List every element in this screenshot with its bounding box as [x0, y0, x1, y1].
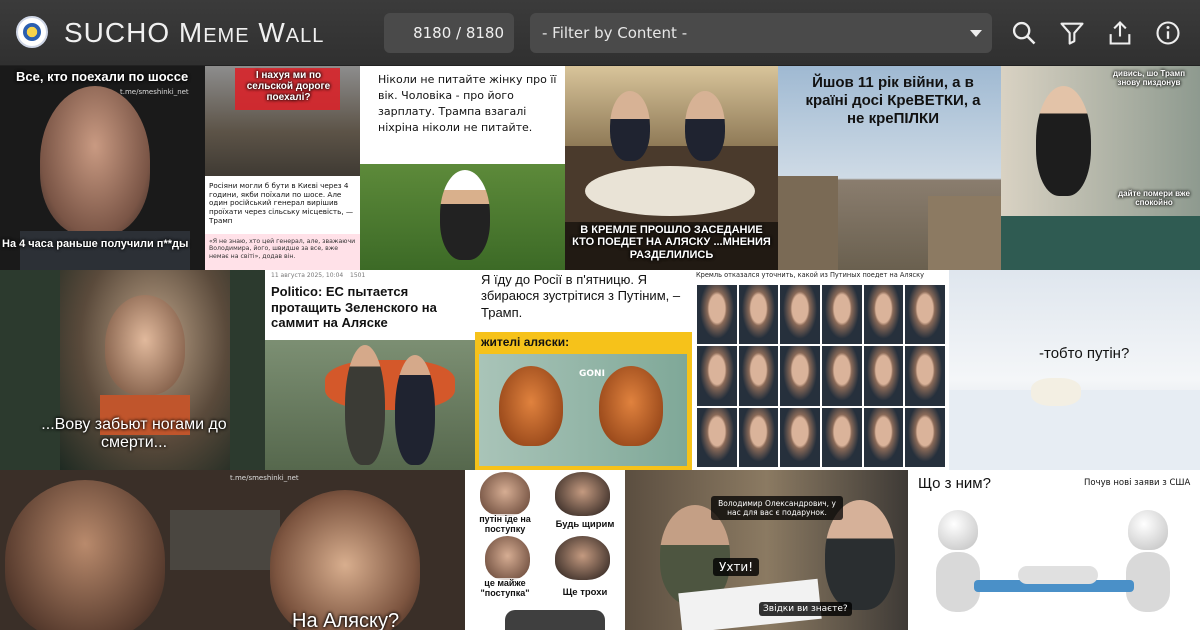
share-icon[interactable]: [1106, 19, 1134, 47]
man-photo: [1036, 86, 1091, 196]
meme-caption: В КРЕМЛЕ ПРОШЛО ЗАСЕДАНИЕ КТО ПОЕДЕТ НА …: [572, 224, 771, 261]
meme-caption: Кремль отказался уточнить, какой из Пути…: [696, 271, 925, 279]
meme-caption: На Аляску?: [292, 610, 400, 630]
meme-tile-concession[interactable]: путін іде на поступку Будь щирим це майж…: [465, 470, 625, 630]
panel-2-text: Будь щирим: [547, 519, 623, 531]
speech-bubble-1: Володимир Олександрович, у нас для вас є…: [711, 496, 843, 520]
meme-tile-politico[interactable]: 11 августа 2025, 10:04 1501 Politico: ЕС…: [265, 270, 475, 470]
meme-caption-top: дивись, шо Трамп знову пиздонув: [1112, 69, 1186, 87]
panel-1-text: путін іде на поступку: [467, 514, 543, 535]
top-bar: SUCHO Meme Wall 8180 / 8180 - Filter by …: [0, 0, 1200, 66]
chevron-down-icon: [970, 30, 982, 37]
content-filter-select[interactable]: - Filter by Content -: [530, 13, 992, 53]
meme-tile-which-putin[interactable]: Кремль отказался уточнить, какой из Пути…: [692, 270, 949, 470]
portrait-thumbnail: [697, 407, 737, 467]
portrait-thumbnail: [738, 346, 779, 406]
child-photo: [105, 295, 185, 395]
figure-left-head: [938, 510, 978, 550]
meme-tile-polar-bear[interactable]: -тобто путін?: [949, 270, 1200, 470]
meme-caption: Йшов 11 рік війни, а в країні досі КреВЕ…: [805, 74, 981, 127]
headline: Politico: ЕС пытается протащить Зеленско…: [271, 284, 437, 331]
meme-tile-never-ask[interactable]: Ніколи не питайте жінку про її вік. Чоло…: [360, 66, 565, 270]
portrait-thumbnail: [863, 407, 904, 467]
meme-tile-highway[interactable]: Все, кто поехали по шоссе t.me/smeshinki…: [0, 66, 205, 270]
search-icon[interactable]: [1010, 19, 1038, 47]
portrait-thumbnail: [697, 346, 737, 406]
quote-text-2: «Я не знаю, хто цей генерал, але, зважаю…: [209, 238, 356, 260]
meme-tile-gift[interactable]: Володимир Олександрович, у нас для вас є…: [625, 470, 908, 630]
portrait-thumbnail: [780, 346, 820, 406]
meme-caption-top: Все, кто поехали по шоссе: [16, 69, 189, 84]
man-photo: [440, 170, 490, 260]
meme-tile-leon[interactable]: t.me/smeshinki_net На Аляску?: [0, 470, 465, 630]
portrait-thumbnail: [863, 346, 904, 406]
watermark: t.me/smeshinki_net: [120, 88, 189, 96]
meme-tile-kremlin-meeting[interactable]: В КРЕМЛЕ ПРОШЛО ЗАСЕДАНИЕ КТО ПОЕДЕТ НА …: [565, 66, 778, 270]
meme-tile-vova[interactable]: ...Вову забьют ногами до смерти...: [0, 270, 265, 470]
portrait-thumbnail: [822, 407, 862, 467]
portrait-thumbnail: [822, 285, 862, 345]
meme-caption-right: Почув нові заяви з США: [1084, 478, 1191, 488]
speech-bubble-2: Ухти!: [713, 558, 760, 576]
figure-right-head: [1128, 510, 1168, 550]
panel-4-text: Ще трохи: [547, 587, 623, 599]
quote-text: Росіяни могли б бути в Києві через 4 год…: [209, 181, 354, 225]
meme-caption: Ніколи не питайте жінку про її вік. Чоло…: [378, 73, 557, 134]
man-photo: [40, 86, 150, 236]
info-icon[interactable]: [1154, 19, 1182, 47]
sucho-logo[interactable]: [16, 16, 48, 48]
filter-icon[interactable]: [1058, 19, 1086, 47]
speech-bubble-3: Звідки ви знаєте?: [759, 602, 852, 616]
portrait-thumbnail: [822, 346, 862, 406]
meme-caption: ...Вову забьют ногами до смерти...: [41, 416, 227, 451]
meme-tile-rural-road[interactable]: І нахуя ми по сельской дороге поехалі? Р…: [205, 66, 360, 270]
girl-photo: [270, 490, 420, 630]
portrait-thumbnail: [905, 346, 945, 406]
meme-caption-left: Що з ним?: [918, 475, 991, 492]
portrait-thumbnail: [905, 407, 945, 467]
portrait-thumbnail: [738, 285, 779, 345]
portrait-grid: [696, 284, 946, 468]
portrait-thumbnail: [697, 285, 737, 345]
panel-3-text: це майже "поступка": [467, 578, 543, 599]
media-control-bar[interactable]: [505, 610, 605, 630]
meme-label: жителі аляски:: [481, 335, 570, 349]
meme-caption-bottom: дайте помери вже спокойно: [1118, 189, 1190, 207]
portrait-thumbnail: [780, 285, 820, 345]
filter-select-label: - Filter by Content -: [542, 24, 688, 42]
meme-tile-stretcher[interactable]: Що з ним? Почув нові заяви з США: [908, 470, 1200, 630]
meme-tile-shrimp[interactable]: Йшов 11 рік війни, а в країні досі КреВЕ…: [778, 66, 1001, 270]
goni-logo: GONI: [579, 370, 605, 379]
meme-tile-alaska-residents[interactable]: Я їду до Росії в п'ятницю. Я збираюся зу…: [475, 270, 692, 470]
man-photo: [5, 480, 165, 630]
rifle-scope: [170, 510, 280, 570]
view-count: 1501: [350, 272, 366, 279]
watermark: t.me/smeshinki_net: [230, 474, 299, 482]
meme-counter: 8180 / 8180: [384, 13, 514, 53]
app-title: SUCHO Meme Wall: [64, 17, 325, 48]
portrait-thumbnail: [905, 285, 945, 345]
portrait-thumbnail: [738, 407, 779, 467]
meme-caption-bottom: На 4 часа раньше получили п**ды: [2, 238, 189, 250]
polar-bear-photo: [1031, 378, 1081, 406]
meme-caption-top: І нахуя ми по сельской дороге поехалі?: [246, 70, 331, 104]
meme-tile-cat-shelf[interactable]: дивись, шо Трамп знову пиздонув дайте по…: [1001, 66, 1200, 270]
post-date: 11 августа 2025, 10:04: [271, 272, 344, 279]
portrait-thumbnail: [863, 285, 904, 345]
table-photo: [585, 166, 755, 216]
meme-caption: -тобто путін?: [1039, 345, 1130, 362]
meme-caption: Я їду до Росії в п'ятницю. Я збираюся зу…: [481, 272, 681, 320]
building-photo: [778, 176, 838, 270]
portrait-thumbnail: [780, 407, 820, 467]
